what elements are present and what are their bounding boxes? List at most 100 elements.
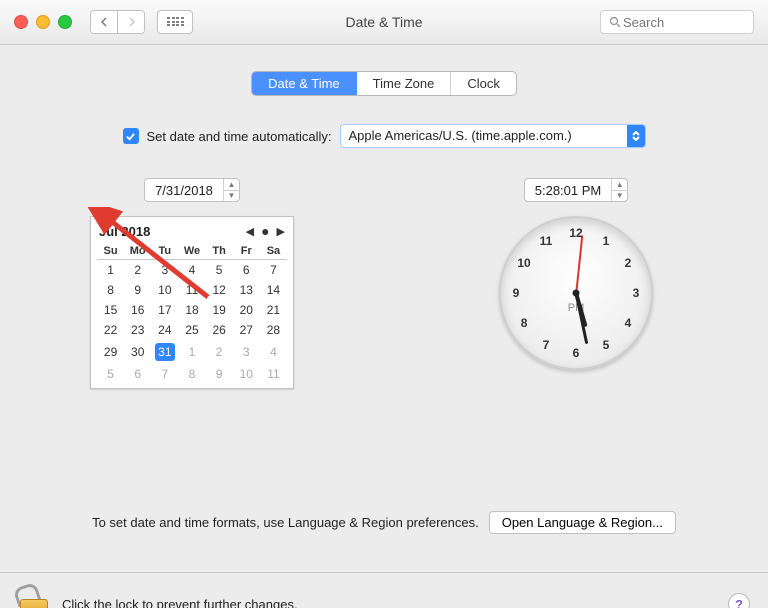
clock-number: 8 xyxy=(514,316,534,330)
calendar-weekday: Su xyxy=(97,243,124,260)
calendar-day[interactable]: 30 xyxy=(124,340,151,364)
calendar-day[interactable]: 31 xyxy=(151,340,178,364)
calendar-day[interactable]: 25 xyxy=(178,320,205,340)
calendar-day[interactable]: 6 xyxy=(233,260,260,281)
calendar-day[interactable]: 9 xyxy=(206,364,233,384)
bottom-bar: Click the lock to prevent further change… xyxy=(0,572,768,608)
date-stepper[interactable]: 7/31/2018 ▲▼ xyxy=(144,178,240,202)
minimize-window-button[interactable] xyxy=(36,15,50,29)
clock-number: 12 xyxy=(566,226,586,240)
calendar-nav: ◀ ● ▶ xyxy=(246,223,285,239)
tab-date-time[interactable]: Date & Time xyxy=(252,72,357,95)
back-button[interactable] xyxy=(91,11,117,33)
format-hint-text: To set date and time formats, use Langua… xyxy=(92,515,479,530)
calendar-day[interactable]: 22 xyxy=(97,320,124,340)
calendar-prev-icon[interactable]: ◀ xyxy=(246,225,254,238)
calendar-day[interactable]: 23 xyxy=(124,320,151,340)
calendar[interactable]: Jul 2018 ◀ ● ▶ SuMoTuWeThFrSa12345678910… xyxy=(90,216,294,389)
clock-number: 9 xyxy=(506,286,526,300)
search-icon xyxy=(609,16,621,28)
calendar-day[interactable]: 9 xyxy=(124,280,151,300)
calendar-day[interactable]: 28 xyxy=(260,320,287,340)
calendar-day[interactable]: 8 xyxy=(97,280,124,300)
nav-buttons xyxy=(90,10,145,34)
calendar-day[interactable]: 13 xyxy=(233,280,260,300)
time-stepper[interactable]: 5:28:01 PM ▲▼ xyxy=(524,178,629,202)
calendar-today-icon[interactable]: ● xyxy=(261,223,269,239)
auto-time-checkbox[interactable] xyxy=(123,128,139,144)
tab-clock[interactable]: Clock xyxy=(451,72,516,95)
clock-number: 2 xyxy=(618,256,638,270)
calendar-day[interactable]: 15 xyxy=(97,300,124,320)
date-step-buttons[interactable]: ▲▼ xyxy=(223,179,239,201)
calendar-day[interactable]: 19 xyxy=(206,300,233,320)
clock-number: 3 xyxy=(626,286,646,300)
forward-button[interactable] xyxy=(117,11,144,33)
date-value: 7/31/2018 xyxy=(145,183,223,198)
calendar-day[interactable]: 26 xyxy=(206,320,233,340)
search-input[interactable] xyxy=(621,14,745,31)
calendar-next-icon[interactable]: ▶ xyxy=(277,225,285,238)
calendar-weekday: Th xyxy=(206,243,233,260)
calendar-day[interactable]: 27 xyxy=(233,320,260,340)
calendar-day[interactable]: 16 xyxy=(124,300,151,320)
clock-number: 7 xyxy=(536,338,556,352)
calendar-day[interactable]: 6 xyxy=(124,364,151,384)
calendar-day[interactable]: 29 xyxy=(97,340,124,364)
calendar-day[interactable]: 18 xyxy=(178,300,205,320)
calendar-weekday: Tu xyxy=(151,243,178,260)
calendar-weekday: Fr xyxy=(233,243,260,260)
calendar-day[interactable]: 2 xyxy=(206,340,233,364)
calendar-weekday: Sa xyxy=(260,243,287,260)
calendar-day[interactable]: 21 xyxy=(260,300,287,320)
tab-bar: Date & TimeTime ZoneClock xyxy=(251,71,517,96)
clock-number: 6 xyxy=(566,346,586,360)
minute-hand xyxy=(575,293,589,344)
date-column: 7/31/2018 ▲▼ Jul 2018 ◀ ● ▶ SuMoTuWeThFr… xyxy=(0,178,384,389)
calendar-day[interactable]: 4 xyxy=(260,340,287,364)
calendar-day[interactable]: 10 xyxy=(233,364,260,384)
clock-number: 10 xyxy=(514,256,534,270)
time-step-buttons[interactable]: ▲▼ xyxy=(611,179,627,201)
zoom-window-button[interactable] xyxy=(58,15,72,29)
calendar-day[interactable]: 14 xyxy=(260,280,287,300)
calendar-day[interactable]: 12 xyxy=(206,280,233,300)
content-area: Date & TimeTime ZoneClock Set date and t… xyxy=(0,71,768,608)
calendar-day[interactable]: 4 xyxy=(178,260,205,281)
clock-number: 1 xyxy=(596,234,616,248)
search-field[interactable] xyxy=(600,10,754,34)
calendar-day[interactable]: 1 xyxy=(178,340,205,364)
lock-icon[interactable] xyxy=(18,587,48,608)
title-bar: Date & Time xyxy=(0,0,768,45)
calendar-day[interactable]: 3 xyxy=(151,260,178,281)
help-button[interactable]: ? xyxy=(728,593,750,608)
auto-time-label: Set date and time automatically: xyxy=(147,129,332,144)
calendar-day[interactable]: 7 xyxy=(260,260,287,281)
chevron-updown-icon xyxy=(627,125,645,147)
show-all-button[interactable] xyxy=(157,10,193,34)
traffic-lights xyxy=(14,15,72,29)
calendar-month-label: Jul 2018 xyxy=(99,224,150,239)
open-language-region-button[interactable]: Open Language & Region... xyxy=(489,511,676,534)
calendar-day[interactable]: 10 xyxy=(151,280,178,300)
format-hint-row: To set date and time formats, use Langua… xyxy=(0,511,768,534)
clock-number: 5 xyxy=(596,338,616,352)
calendar-day[interactable]: 3 xyxy=(233,340,260,364)
analog-clock: PM 123456789101112 xyxy=(499,216,653,370)
auto-time-row: Set date and time automatically: Apple A… xyxy=(0,124,768,148)
calendar-day[interactable]: 17 xyxy=(151,300,178,320)
time-column: 5:28:01 PM ▲▼ PM 123456789101112 xyxy=(384,178,768,389)
calendar-day[interactable]: 2 xyxy=(124,260,151,281)
calendar-day[interactable]: 11 xyxy=(260,364,287,384)
calendar-day[interactable]: 7 xyxy=(151,364,178,384)
calendar-day[interactable]: 1 xyxy=(97,260,124,281)
calendar-day[interactable]: 20 xyxy=(233,300,260,320)
time-server-combo[interactable]: Apple Americas/U.S. (time.apple.com.) xyxy=(340,124,646,148)
calendar-day[interactable]: 11 xyxy=(178,280,205,300)
calendar-day[interactable]: 8 xyxy=(178,364,205,384)
tab-time-zone[interactable]: Time Zone xyxy=(357,72,452,95)
calendar-day[interactable]: 5 xyxy=(97,364,124,384)
close-window-button[interactable] xyxy=(14,15,28,29)
calendar-day[interactable]: 5 xyxy=(206,260,233,281)
calendar-day[interactable]: 24 xyxy=(151,320,178,340)
